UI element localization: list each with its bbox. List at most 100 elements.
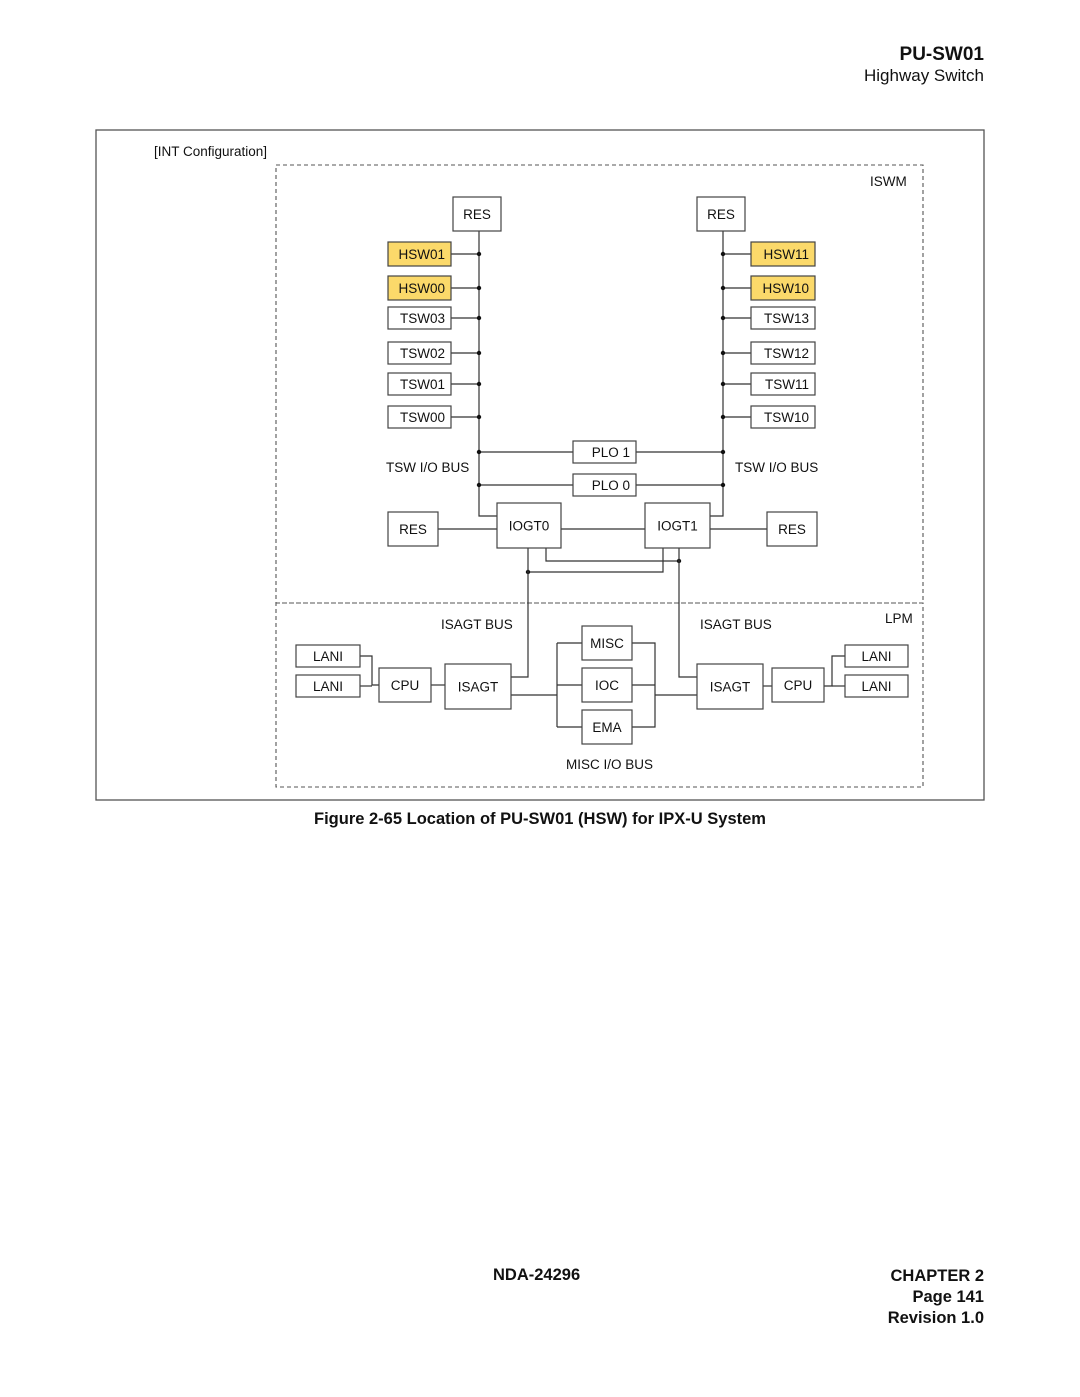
iogt0-cross-link xyxy=(545,548,679,562)
isagt-bus-right xyxy=(678,548,697,678)
module-tsw01: TSW01 xyxy=(387,372,452,396)
cpu-right-label: CPU xyxy=(784,678,813,693)
module-tsw02-label: TSW02 xyxy=(400,346,445,361)
junction-dot xyxy=(476,414,482,420)
lpm-label: LPM xyxy=(885,611,913,626)
res-right-top: RES xyxy=(696,196,746,232)
res-left-top-label: RES xyxy=(463,207,491,222)
lani-left-1-label: LANI xyxy=(313,649,343,664)
junction-dot xyxy=(720,285,726,291)
res-left-top: RES xyxy=(452,196,502,232)
junction-dot xyxy=(720,350,726,356)
tsw-bus-left xyxy=(478,231,497,517)
junction-dot xyxy=(476,285,482,291)
junction-dot xyxy=(476,482,482,488)
ioc-module: IOC xyxy=(581,667,633,703)
iogt0: IOGT0 xyxy=(496,502,562,549)
misc-module-label: MISC xyxy=(590,636,624,651)
res-iogt1: RES xyxy=(766,511,818,547)
iogt1-cross-link xyxy=(528,548,664,573)
plo-1: PLO 1 xyxy=(572,440,637,464)
junction-dot xyxy=(720,251,726,257)
plo-0-label: PLO 0 xyxy=(592,478,630,493)
module-tsw03-label: TSW03 xyxy=(400,311,445,326)
isagt-bus-label-right: ISAGT BUS xyxy=(700,617,772,632)
junction-dot xyxy=(720,315,726,321)
lani-right-2: LANI xyxy=(844,674,909,698)
module-tsw01-label: TSW01 xyxy=(400,377,445,392)
module-tsw10: TSW10 xyxy=(750,405,816,429)
plo-0: PLO 0 xyxy=(572,473,637,497)
iswm-region xyxy=(275,164,924,604)
module-tsw12-label: TSW12 xyxy=(764,346,809,361)
lani-right-1-label: LANI xyxy=(861,649,891,664)
document-number: NDA-24296 xyxy=(493,1266,581,1284)
isagt-left-label: ISAGT xyxy=(458,680,499,695)
tsw-io-bus-label-left: TSW I/O BUS xyxy=(386,460,469,475)
isagt-bus-label-left: ISAGT BUS xyxy=(441,617,513,632)
cpu-left: CPU xyxy=(378,667,432,703)
module-hsw00-label: HSW00 xyxy=(398,281,445,296)
tsw-bus-right xyxy=(710,231,724,517)
res-iogt1-label: RES xyxy=(778,522,806,537)
hsw-location-diagram: [INT Configuration] ISWM LPM HSW01 HSW00 T… xyxy=(95,129,985,801)
page-info: CHAPTER 2 Page 141 Revision 1.0 xyxy=(888,1266,984,1329)
junction-dot xyxy=(476,315,482,321)
module-hsw00: HSW00 xyxy=(387,275,452,301)
junction-dot xyxy=(476,350,482,356)
isagt-bus-left xyxy=(511,548,529,678)
module-tsw10-label: TSW10 xyxy=(764,410,809,425)
res-iogt0-label: RES xyxy=(399,522,427,537)
figure-frame xyxy=(95,129,985,801)
res-iogt0: RES xyxy=(387,511,439,547)
module-hsw01-label: HSW01 xyxy=(398,247,445,262)
junction-dot xyxy=(720,414,726,420)
cpu-right: CPU xyxy=(771,667,825,703)
ema-module: EMA xyxy=(581,709,633,745)
cpu-lani-link-right xyxy=(824,655,845,687)
module-tsw13: TSW13 xyxy=(750,306,816,330)
module-tsw00: TSW00 xyxy=(387,405,452,429)
lani-cpu-link-left xyxy=(360,655,379,686)
module-hsw10: HSW10 xyxy=(750,275,816,301)
page-number: Page 141 xyxy=(912,1288,984,1306)
iogt0-label: IOGT0 xyxy=(509,519,550,534)
module-tsw12: TSW12 xyxy=(750,341,816,365)
isagt-left: ISAGT xyxy=(444,663,512,710)
plo-1-label: PLO 1 xyxy=(592,445,630,460)
junction-dot xyxy=(720,482,726,488)
module-tsw02: TSW02 xyxy=(387,341,452,365)
junction-dot xyxy=(476,381,482,387)
lani-right-2-label: LANI xyxy=(861,679,891,694)
lani-right-1: LANI xyxy=(844,644,909,668)
module-tsw11: TSW11 xyxy=(750,372,816,396)
lani-left-2: LANI xyxy=(295,674,361,698)
config-label: [INT Configuration] xyxy=(154,144,267,159)
revision-label: Revision 1.0 xyxy=(887,1309,984,1327)
misc-module: MISC xyxy=(581,625,633,661)
iogt1: IOGT1 xyxy=(644,502,711,549)
iogt1-label: IOGT1 xyxy=(657,519,698,534)
isagt-right-label: ISAGT xyxy=(710,680,751,695)
lani-left-2-label: LANI xyxy=(313,679,343,694)
module-hsw11-label: HSW11 xyxy=(763,247,809,262)
res-right-top-label: RES xyxy=(707,207,735,222)
chapter-label: CHAPTER 2 xyxy=(890,1267,984,1285)
misc-io-bus-label: MISC I/O BUS xyxy=(566,757,653,772)
isagt-right: ISAGT xyxy=(696,663,764,710)
cpu-left-label: CPU xyxy=(391,678,420,693)
ema-module-label: EMA xyxy=(592,720,621,735)
junction-dot xyxy=(476,251,482,257)
lani-left-1: LANI xyxy=(295,644,361,668)
junction-dot xyxy=(476,449,482,455)
module-tsw13-label: TSW13 xyxy=(764,311,809,326)
module-tsw03: TSW03 xyxy=(387,306,452,330)
ioc-module-label: IOC xyxy=(595,678,619,693)
tsw-io-bus-label-right: TSW I/O BUS xyxy=(735,460,818,475)
junction-dot xyxy=(720,381,726,387)
module-hsw11: HSW11 xyxy=(750,241,816,267)
module-tsw11-label: TSW11 xyxy=(765,377,809,392)
module-tsw00-label: TSW00 xyxy=(400,410,445,425)
module-hsw10-label: HSW10 xyxy=(762,281,809,296)
iswm-label: ISWM xyxy=(870,174,907,189)
